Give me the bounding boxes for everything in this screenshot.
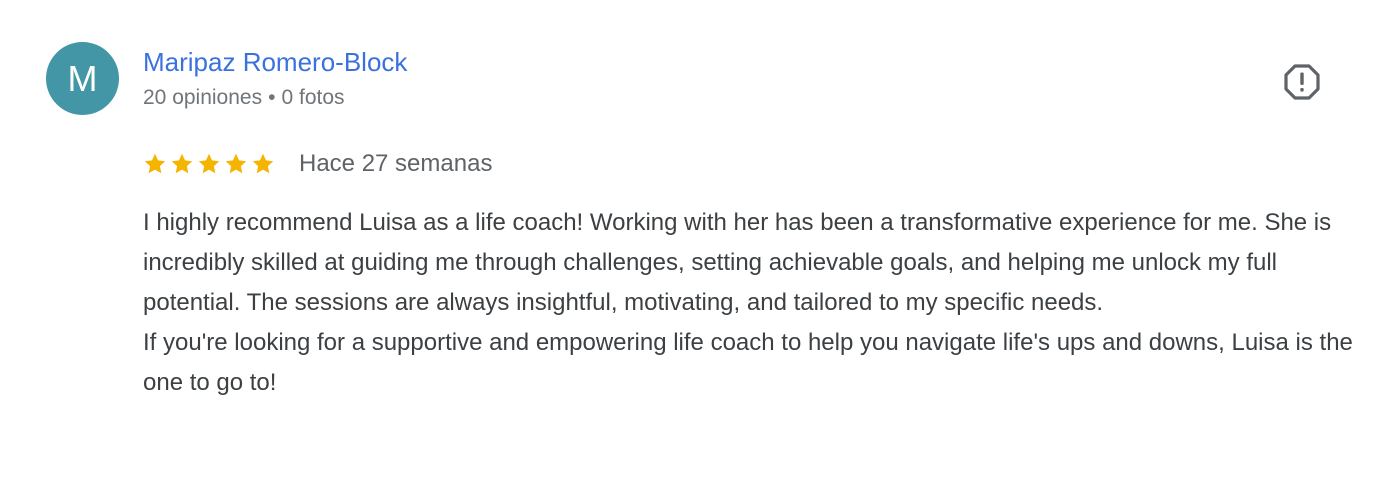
star-icon [171,153,193,174]
avatar[interactable]: M [46,42,119,115]
photos-count: 0 fotos [281,86,345,109]
report-icon[interactable] [1283,63,1321,101]
star-icon [252,153,274,174]
reviewer-meta: 20 opiniones • 0 fotos [143,85,345,111]
reviews-count: 20 opiniones [143,86,263,109]
star-icon [144,153,166,174]
meta-separator: • [268,86,276,109]
star-icon [225,153,247,174]
review-text: I highly recommend Luisa as a life coach… [143,203,1368,403]
review-date: Hace 27 semanas [299,150,493,177]
star-rating [143,152,275,176]
star-icon [198,153,220,174]
report-octagon-icon [1284,64,1320,100]
rating-row: Hace 27 semanas [143,148,492,180]
review-paragraph: I highly recommend Luisa as a life coach… [143,209,1332,316]
reviewer-name-link[interactable]: Maripaz Romero-Block [143,46,407,78]
review-paragraph: If you're looking for a supportive and e… [143,329,1353,396]
